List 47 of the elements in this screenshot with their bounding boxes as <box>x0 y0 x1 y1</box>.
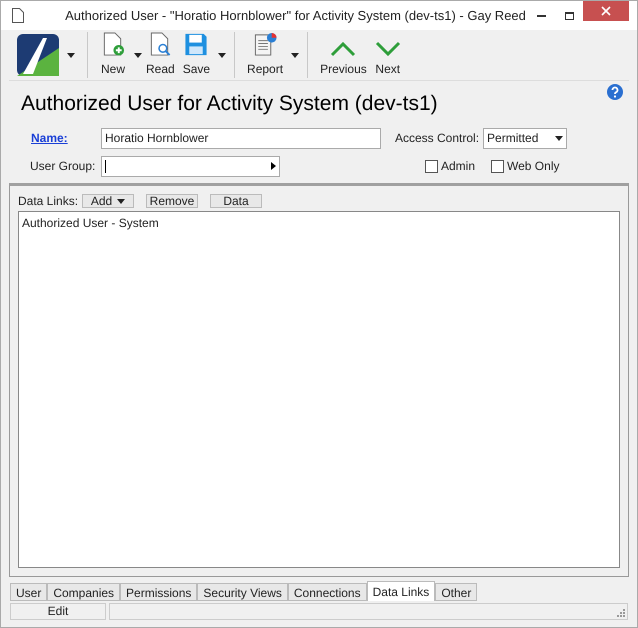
toolbar-button[interactable]: Remove <box>146 194 198 208</box>
user-group-field[interactable] <box>101 156 280 176</box>
caret-icon <box>117 198 126 204</box>
status-mode: Edit <box>10 603 106 620</box>
user-group-label: User Group: <box>29 158 96 175</box>
toolbar-button[interactable]: Previous <box>316 32 371 78</box>
list-item[interactable]: Authorized User - System <box>22 214 616 232</box>
close-icon <box>601 6 611 16</box>
help-icon[interactable] <box>607 84 623 100</box>
toolbar-button[interactable]: New <box>96 32 130 78</box>
name-field[interactable]: Horatio Hornblower <box>101 128 381 148</box>
caret-icon <box>555 136 564 140</box>
checkbox[interactable] <box>425 160 438 172</box>
caret-icon <box>218 52 226 58</box>
tab[interactable]: User <box>10 583 48 601</box>
tab[interactable]: Other <box>435 583 478 601</box>
caret-icon <box>134 52 142 58</box>
play-arrow-icon <box>271 162 276 170</box>
caret-icon <box>67 52 75 58</box>
tab[interactable]: Data Links <box>366 581 436 601</box>
toolbar-button[interactable]: Save <box>178 32 214 78</box>
tab[interactable]: Companies <box>47 583 120 601</box>
document-icon <box>12 8 24 23</box>
tab[interactable]: Security Views <box>197 583 288 601</box>
checkbox-label: Web Only <box>507 158 560 175</box>
caret-icon <box>291 52 300 58</box>
name-label[interactable]: Name: <box>9 129 101 147</box>
app-logo-icon[interactable] <box>17 34 59 76</box>
tab[interactable]: Permissions <box>120 583 198 601</box>
access-control-label: Access Control: <box>395 130 480 147</box>
close-button[interactable] <box>583 1 629 21</box>
window-title: Authorized User - "Horatio Hornblower" for Activity System (dev-ts1) - Gay Reed <box>64 6 527 25</box>
report-icon <box>252 32 278 57</box>
checkbox-label: Admin <box>441 158 476 175</box>
toolbar-button[interactable]: Report <box>243 32 288 78</box>
tab[interactable]: Connections <box>288 583 367 601</box>
access-control-dropdown[interactable]: Permitted <box>483 128 568 148</box>
toolbar-button[interactable]: Next <box>370 32 405 78</box>
toolbar-button[interactable]: Add <box>82 194 134 208</box>
resize-grip-icon <box>617 609 625 617</box>
chevron-down-icon <box>374 41 401 57</box>
toolbar-button[interactable]: Read <box>142 32 179 78</box>
toolbar-button[interactable]: Data <box>210 194 262 208</box>
checkbox[interactable] <box>491 160 504 172</box>
page-heading: Authorized User for Activity System (dev-ts1) <box>21 91 438 117</box>
chevron-up-icon <box>330 41 356 57</box>
data-links-label: Data Links: <box>18 193 80 210</box>
